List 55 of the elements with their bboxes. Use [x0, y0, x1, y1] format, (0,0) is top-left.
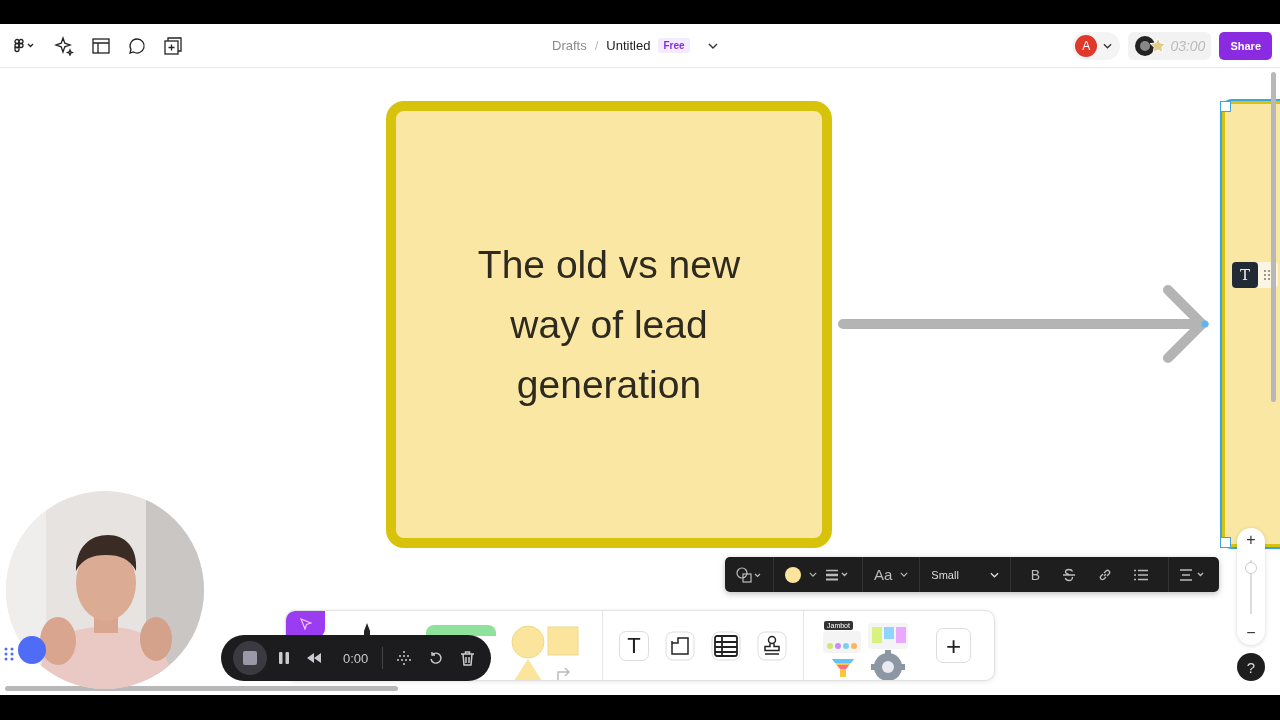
comment-icon[interactable] [128, 36, 146, 55]
pause-icon[interactable] [279, 652, 289, 664]
zoom-out-button[interactable]: − [1246, 625, 1256, 641]
plan-badge: Free [658, 38, 690, 53]
bold-button[interactable]: B [1030, 566, 1040, 583]
layout-icon[interactable] [92, 37, 110, 54]
link-icon[interactable] [1098, 567, 1112, 582]
slider-thumb[interactable] [1245, 561, 1257, 574]
strikethrough-icon[interactable] [1062, 567, 1076, 582]
rewind-icon[interactable] [307, 653, 321, 663]
recording-time: 0:00 [343, 650, 369, 666]
drag-handle-icon[interactable] [1264, 270, 1270, 280]
scrollbar[interactable] [5, 686, 398, 691]
add-page-icon[interactable] [164, 36, 182, 55]
table-tool-icon[interactable] [711, 630, 741, 661]
avatar-button[interactable] [18, 636, 46, 664]
user-menu[interactable]: A [1072, 31, 1121, 60]
sticky-text: The old vs new way of lead generation [476, 241, 742, 408]
cursor-icon [299, 618, 312, 630]
list-icon[interactable] [1134, 568, 1148, 581]
chevron-down-icon [1103, 42, 1113, 49]
select-tool[interactable] [286, 611, 325, 637]
text-button[interactable]: T [1232, 262, 1258, 288]
chevron-down-icon[interactable] [809, 572, 817, 577]
chevron-down-icon [989, 571, 999, 578]
text-tool[interactable]: T [619, 630, 649, 661]
chevron-down-icon[interactable] [900, 572, 909, 577]
font-size-dropdown[interactable]: Small [920, 557, 1011, 592]
breadcrumb-separator: / [594, 38, 599, 53]
user-avatar: A [1075, 34, 1098, 57]
restart-icon[interactable] [429, 651, 444, 665]
drag-handle-icon[interactable] [4, 647, 14, 661]
breadcrumb-link[interactable]: Drafts [552, 38, 587, 53]
trash-icon[interactable] [461, 650, 475, 666]
stop-button[interactable] [233, 641, 267, 675]
resize-handle[interactable] [1220, 537, 1231, 548]
sparkle-icon[interactable] [54, 35, 74, 56]
shape-icon[interactable] [736, 566, 762, 583]
sticky-note[interactable]: The old vs new way of lead generation [386, 101, 832, 548]
sticky-note-tool[interactable] [426, 625, 496, 636]
music-star-icon [1134, 34, 1169, 57]
section-tool-icon[interactable] [665, 630, 695, 661]
scrollbar[interactable] [1271, 72, 1276, 402]
file-name[interactable]: Untitled [606, 38, 651, 53]
figma-menu-icon[interactable] [12, 37, 36, 54]
dots-grid-icon[interactable] [397, 651, 412, 665]
chevron-down-icon[interactable] [707, 42, 718, 49]
stamp-tool-icon[interactable] [757, 630, 787, 661]
share-button[interactable]: Share [1219, 31, 1272, 60]
color-swatch[interactable] [785, 566, 801, 583]
resize-handle[interactable] [1220, 101, 1231, 112]
add-button[interactable]: + [936, 628, 971, 663]
zoom-in-button[interactable]: + [1246, 532, 1256, 548]
font-button[interactable]: Aa [874, 566, 893, 583]
help-button[interactable]: ? [1237, 653, 1265, 681]
